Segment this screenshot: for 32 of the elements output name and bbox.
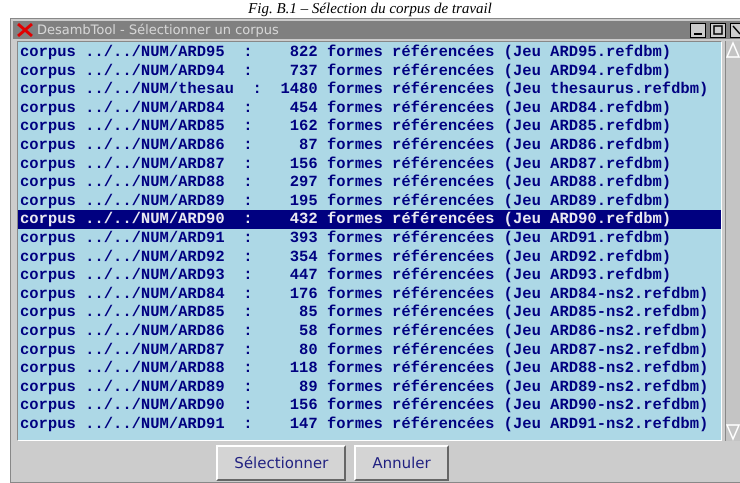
corpus-list-item[interactable]: corpus ../../NUM/ARD91 : 147 formes référencées (Jeu ARD91-ns2.refdbm): [18, 414, 721, 434]
corpus-list-item[interactable]: corpus ../../NUM/ARD94 : 737 formes référencées (Jeu ARD94.refdbm): [18, 62, 721, 80]
corpus-list-item[interactable]: corpus ../../NUM/ARD86 : 87 formes référencées (Jeu ARD86.refdbm): [18, 136, 721, 155]
corpus-list-item[interactable]: corpus ../../NUM/ARD90 : 432 formes référencées (Jeu ARD90.refdbm): [18, 210, 721, 229]
corpus-list-item[interactable]: corpus ../../NUM/ARD87 : 156 formes référencées (Jeu ARD87.refdbm): [18, 154, 721, 174]
close-button[interactable]: [730, 22, 740, 38]
corpus-list-item[interactable]: corpus ../../NUM/ARD90 : 156 formes référencées (Jeu ARD90-ns2.refdbm): [18, 396, 721, 415]
select-button[interactable]: Sélectionner: [216, 445, 346, 481]
corpus-list-item[interactable]: corpus ../../NUM/thesau : 1480 formes référencées (Jeu thesaurus.refdbm): [18, 80, 721, 99]
corpus-list-item[interactable]: corpus ../../NUM/ARD85 : 162 formes référencées (Jeu ARD85.refdbm): [18, 117, 721, 136]
close-icon: [732, 25, 740, 35]
corpus-list-item[interactable]: corpus ../../NUM/ARD87 : 80 formes référencées (Jeu ARD87-ns2.refdbm): [18, 340, 721, 360]
corpus-list-item[interactable]: corpus ../../NUM/ARD84 : 176 formes référencées (Jeu ARD84-ns2.refdbm): [18, 284, 721, 304]
corpus-list-item[interactable]: corpus ../../NUM/ARD93 : 447 formes référencées (Jeu ARD93.refdbm): [18, 266, 721, 285]
corpus-list-item[interactable]: corpus ../../NUM/ARD95 : 822 formes référencées (Jeu ARD95.refdbm): [18, 43, 721, 62]
figure-caption: Fig. B.1 – Sélection du corpus de travail: [248, 1, 492, 18]
corpus-list-item[interactable]: corpus ../../NUM/ARD85 : 85 formes référencées (Jeu ARD85-ns2.refdbm): [18, 303, 721, 322]
maximize-button[interactable]: [710, 22, 726, 38]
corpus-list-item[interactable]: corpus ../../NUM/ARD88 : 118 formes référencées (Jeu ARD88-ns2.refdbm): [18, 359, 721, 378]
corpus-list-item[interactable]: corpus ../../NUM/ARD84 : 454 formes référencées (Jeu ARD84.refdbm): [18, 98, 721, 118]
corpus-list-item[interactable]: corpus ../../NUM/ARD86 : 58 formes référencées (Jeu ARD86-ns2.refdbm): [18, 322, 721, 340]
minimize-button[interactable]: [690, 22, 706, 38]
x-logo-icon: [17, 23, 33, 37]
corpus-list-item[interactable]: corpus ../../NUM/ARD88 : 297 formes référencées (Jeu ARD88.refdbm): [18, 173, 721, 192]
window-title: DesambTool - Sélectionner un corpus: [37, 22, 280, 38]
cancel-button[interactable]: Annuler: [354, 445, 449, 481]
corpus-list-item[interactable]: corpus ../../NUM/ARD91 : 393 formes référencées (Jeu ARD91.refdbm): [18, 228, 721, 248]
corpus-list-item[interactable]: corpus ../../NUM/ARD92 : 354 formes référencées (Jeu ARD92.refdbm): [18, 248, 721, 266]
minimize-icon: [694, 32, 702, 34]
corpus-list-item[interactable]: corpus ../../NUM/ARD89 : 195 formes référencées (Jeu ARD89.refdbm): [18, 192, 721, 210]
corpus-list-item[interactable]: corpus ../../NUM/ARD89 : 89 formes référencées (Jeu ARD89-ns2.refdbm): [18, 378, 721, 396]
maximize-icon: [713, 25, 723, 35]
